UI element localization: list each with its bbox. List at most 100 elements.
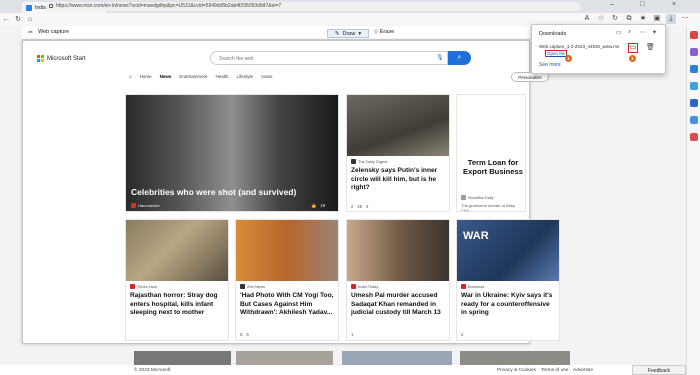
news-card-zelensky[interactable]: The Daily Digest Zelensky says Putin's i… bbox=[346, 94, 450, 212]
chevron-down-icon: ▾ bbox=[358, 30, 362, 37]
logo-text: Microsoft Start bbox=[47, 55, 86, 62]
eraser-icon: ◇ bbox=[374, 29, 379, 35]
privacy-link[interactable]: Privacy & Cookies bbox=[497, 368, 536, 373]
umesh-title: Umesh Pal murder accused Sadaqat Khan re… bbox=[351, 292, 441, 316]
erase-button[interactable]: ◇ Erase bbox=[374, 29, 394, 35]
zelensky-meta: 2 25 4 bbox=[351, 204, 369, 209]
news-nav: ≡ Home News Entertainment Health Lifesty… bbox=[129, 74, 272, 79]
nav-entertainment[interactable]: Entertainment bbox=[179, 74, 207, 79]
close-window-icon[interactable]: × bbox=[672, 1, 676, 8]
loan-source: ShowBiz Daily bbox=[461, 195, 494, 200]
bottom-image-1 bbox=[134, 351, 231, 365]
refresh-icon[interactable]: ↻ bbox=[12, 15, 24, 23]
nav-lifestyle[interactable]: Lifestyle bbox=[236, 74, 253, 79]
rajasthan-title: Rajasthan horror: Stray dog enters hospi… bbox=[130, 292, 218, 316]
show-in-folder-icon[interactable]: ▭ bbox=[628, 43, 638, 53]
extensions-icon[interactable]: ⧉ bbox=[624, 14, 634, 24]
toolbar-icons: A ☆ ↻ ⧉ ★ ▣ ⤓ ⋯ bbox=[582, 14, 690, 24]
source-logo-icon bbox=[461, 195, 466, 200]
captured-screenshot: Microsoft Start Search the web 🎙 ⌕ ≡ Hom… bbox=[22, 40, 560, 344]
open-file-link[interactable]: Open file bbox=[545, 50, 568, 57]
downloads-title: Downloads bbox=[539, 31, 567, 37]
microsoft-start-logo[interactable]: Microsoft Start bbox=[37, 55, 86, 62]
search-button[interactable]: ⌕ bbox=[448, 51, 471, 65]
source-logo-icon bbox=[461, 284, 466, 289]
downloads-folder-icon[interactable]: ▭ bbox=[616, 29, 622, 36]
shopping-icon[interactable] bbox=[689, 48, 698, 56]
source-logo-icon bbox=[351, 159, 356, 164]
more-menu-icon[interactable]: ⋯ bbox=[680, 14, 690, 24]
office-icon[interactable] bbox=[689, 99, 698, 107]
downloads-search-icon[interactable]: ⌕ bbox=[628, 29, 631, 36]
maximize-icon[interactable]: □ bbox=[640, 1, 644, 8]
downloads-more-icon[interactable]: ⋯ bbox=[640, 29, 646, 36]
news-card-ukraine[interactable]: WAR Business War in Ukraine: Kyiv says i… bbox=[456, 219, 560, 341]
collections-icon[interactable]: ▣ bbox=[652, 14, 662, 24]
url-field[interactable]: https://www.msn.com/en-in/news?ocid=msed… bbox=[46, 2, 581, 11]
source-logo-icon bbox=[240, 284, 245, 289]
favorites-icon[interactable]: ★ bbox=[638, 14, 648, 24]
pin-icon[interactable]: ✦ bbox=[652, 29, 657, 36]
ad-title: Term Loan for Export Business bbox=[463, 158, 523, 176]
ad-image bbox=[457, 95, 525, 193]
accused-image bbox=[347, 220, 449, 281]
advertise-link[interactable]: Advertise bbox=[573, 368, 593, 373]
copyright: © 2023 Microsoft bbox=[134, 368, 171, 373]
hero-title: Celebrities who were shot (and survived) bbox=[131, 187, 297, 197]
yogi-source: Zee News bbox=[240, 284, 265, 289]
hero-meta: 👍 19 bbox=[311, 203, 326, 209]
nav-news[interactable]: News bbox=[160, 74, 172, 79]
lock-icon bbox=[49, 4, 53, 8]
ad-card-term-loan[interactable]: Term Loan for Export Business ShowBiz Da… bbox=[456, 94, 526, 212]
dog-image bbox=[126, 220, 228, 281]
outlook-icon[interactable] bbox=[689, 116, 698, 124]
draw-button[interactable]: ✎ Draw ▾ bbox=[327, 29, 369, 38]
hamburger-menu-icon[interactable]: ≡ bbox=[129, 74, 132, 79]
home-icon[interactable]: ⌂ bbox=[24, 16, 36, 23]
terms-link[interactable]: Terms of use bbox=[541, 368, 568, 373]
hero-card[interactable]: Celebrities who were shot (and survived)… bbox=[125, 94, 339, 212]
downloads-panel: Downloads ▭ ⌕ ⋯ ✦ Web capture_1-3-2023_4… bbox=[531, 24, 666, 74]
downloads-icon[interactable]: ⤓ bbox=[666, 14, 676, 24]
source-logo-icon bbox=[130, 284, 135, 289]
war-overlay-text: WAR bbox=[463, 230, 489, 242]
news-card-rajasthan[interactable]: Times Now Rajasthan horror: Stray dog en… bbox=[125, 219, 229, 341]
yogi-title: 'Had Photo With CM Yogi Too, But Cases A… bbox=[240, 292, 334, 316]
delete-icon[interactable]: 🗑 bbox=[646, 43, 655, 51]
zelensky-image bbox=[347, 95, 449, 156]
annotation-badge-1: 1 bbox=[565, 55, 572, 62]
ukraine-source: Business bbox=[461, 284, 484, 289]
see-more-link[interactable]: See more bbox=[539, 62, 561, 68]
nav-health[interactable]: Health bbox=[215, 74, 228, 79]
microphone-icon[interactable]: 🎙 bbox=[436, 54, 444, 61]
minimize-icon[interactable]: – bbox=[610, 1, 614, 8]
loan-caption: The gruesome murder of Abby Choi... bbox=[461, 203, 516, 212]
search-icon: ⌕ bbox=[457, 54, 462, 61]
news-card-umesh[interactable]: India Today Umesh Pal murder accused Sad… bbox=[346, 219, 450, 341]
like-icon[interactable]: 👍 bbox=[311, 203, 316, 209]
favorite-star-icon[interactable]: ☆ bbox=[596, 14, 606, 24]
search-sidebar-icon[interactable] bbox=[689, 31, 698, 39]
web-capture-title: Web capture bbox=[38, 29, 70, 35]
web-capture-icon: ✂ bbox=[28, 30, 34, 36]
microsoft-logo-icon bbox=[37, 55, 44, 62]
umesh-meta: 1 bbox=[351, 332, 354, 337]
refresh-page-icon[interactable]: ↻ bbox=[610, 14, 620, 24]
hero-source: Hannmeider bbox=[131, 203, 160, 208]
nav-autos[interactable]: Autos bbox=[261, 74, 273, 79]
msn-favicon-icon bbox=[26, 4, 32, 11]
tools-icon[interactable] bbox=[689, 65, 698, 73]
add-app-icon[interactable] bbox=[689, 133, 698, 141]
news-card-yogi[interactable]: Zee News 'Had Photo With CM Yogi Too, Bu… bbox=[235, 219, 339, 341]
search-input[interactable]: Search the web bbox=[210, 51, 448, 65]
feedback-button[interactable]: Feedback bbox=[632, 365, 686, 375]
umesh-source: India Today bbox=[351, 284, 378, 289]
pen-icon: ✎ bbox=[334, 30, 340, 37]
games-icon[interactable] bbox=[689, 82, 698, 90]
erase-label: Erase bbox=[379, 29, 395, 35]
read-aloud-icon[interactable]: A bbox=[582, 14, 592, 24]
page-footer: © 2023 Microsoft Privacy & Cookies Terms… bbox=[0, 365, 686, 375]
back-icon[interactable]: ← bbox=[0, 16, 12, 23]
bottom-image-4 bbox=[460, 351, 570, 365]
nav-home[interactable]: Home bbox=[140, 74, 152, 79]
